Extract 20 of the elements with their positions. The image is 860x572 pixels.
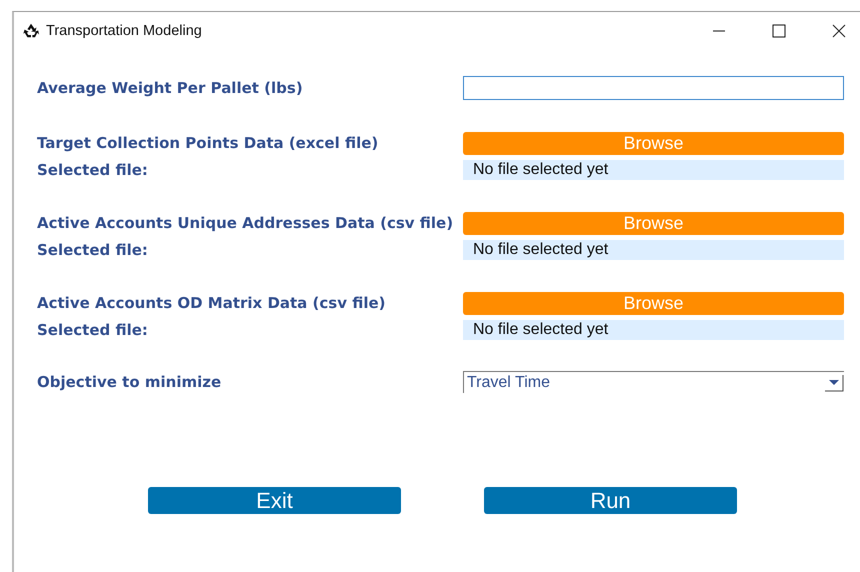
selected-file-text: No file selected yet: [463, 320, 844, 340]
field-label: Selected file:: [37, 161, 149, 179]
field-label: Target Collection Points Data (excel file): [37, 134, 380, 152]
maximize-icon[interactable]: [772, 24, 786, 38]
field-label: Selected file:: [37, 321, 149, 339]
action-button[interactable]: Run: [484, 487, 737, 514]
objective-dropdown[interactable]: Travel Time: [463, 371, 844, 393]
field-label: Active Accounts Unique Addresses Data (csv file): [37, 214, 454, 232]
field-label: Objective to minimize: [37, 373, 222, 391]
field-label: Selected file:: [37, 241, 149, 259]
action-button[interactable]: Exit: [148, 487, 401, 514]
window-title: Transportation Modeling: [46, 23, 202, 39]
input-field[interactable]: [463, 76, 844, 100]
field-label: Active Accounts OD Matrix Data (csv file): [37, 294, 386, 312]
field-label: Average Weight Per Pallet (lbs): [37, 79, 304, 97]
selected-file-text: No file selected yet: [463, 240, 844, 260]
close-icon[interactable]: [832, 24, 846, 38]
dropdown-arrow-icon[interactable]: [824, 374, 844, 392]
selected-file-text: No file selected yet: [463, 160, 844, 180]
recycle-icon: [22, 22, 40, 40]
